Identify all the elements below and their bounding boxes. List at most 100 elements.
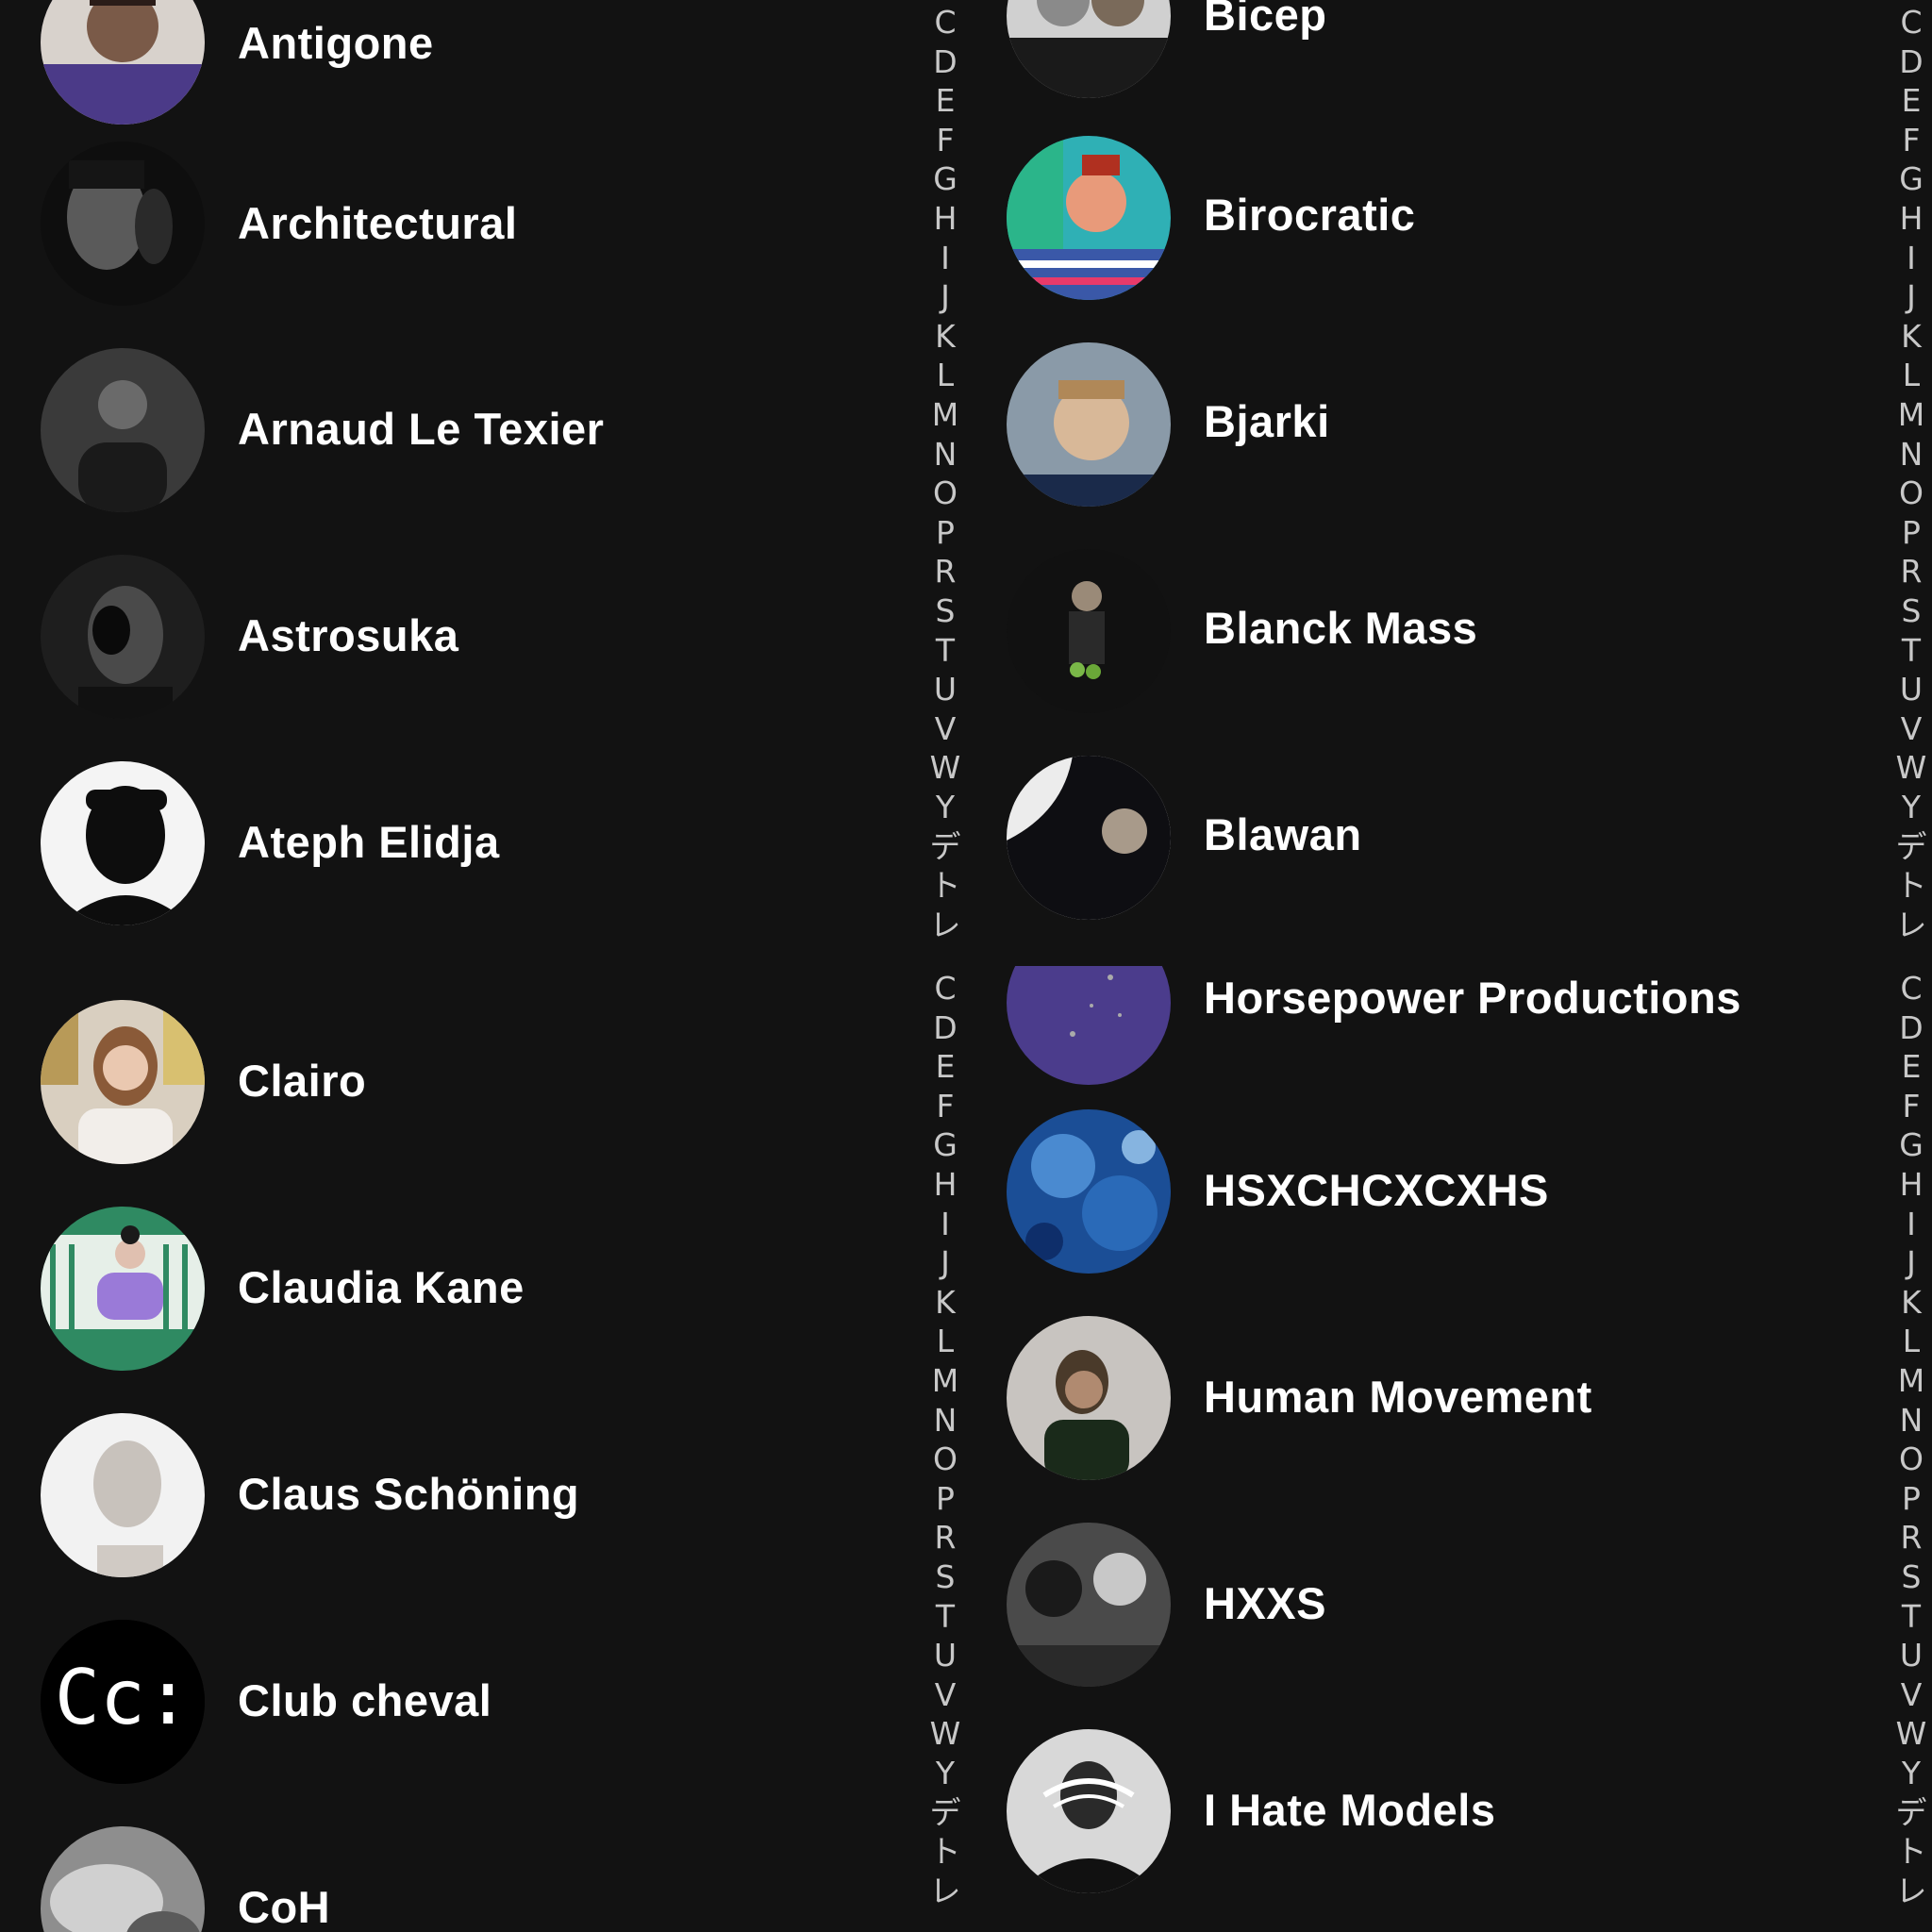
- index-letter[interactable]: U: [924, 671, 966, 708]
- index-letter[interactable]: デ: [1890, 1794, 1932, 1832]
- index-letter[interactable]: J: [1890, 1244, 1932, 1282]
- index-letter[interactable]: L: [1890, 357, 1932, 394]
- index-letter[interactable]: G: [924, 1126, 966, 1164]
- index-letter[interactable]: P: [924, 514, 966, 552]
- index-letter[interactable]: I: [924, 1206, 966, 1243]
- index-letter[interactable]: T: [1890, 632, 1932, 670]
- index-letter[interactable]: C: [924, 970, 966, 1008]
- index-letter[interactable]: R: [924, 1519, 966, 1557]
- index-letter[interactable]: R: [924, 553, 966, 591]
- artist-row-human-movement[interactable]: Human Movement: [966, 1316, 1872, 1482]
- index-letter[interactable]: H: [924, 1166, 966, 1204]
- index-letter[interactable]: N: [924, 436, 966, 474]
- index-letter[interactable]: J: [924, 278, 966, 316]
- index-letter[interactable]: V: [924, 1676, 966, 1714]
- artist-row-arnaud-le-texier[interactable]: Arnaud Le Texier: [0, 348, 906, 514]
- artist-row-claudia-kane[interactable]: Claudia Kane: [0, 1207, 906, 1373]
- index-letter[interactable]: U: [924, 1637, 966, 1674]
- index-letter[interactable]: レ: [1890, 1873, 1932, 1910]
- index-letter[interactable]: デ: [1890, 828, 1932, 866]
- artist-row-bjarki[interactable]: Bjarki: [966, 342, 1872, 508]
- index-letter[interactable]: S: [1890, 1558, 1932, 1596]
- index-letter[interactable]: C: [1890, 970, 1932, 1008]
- index-letter[interactable]: J: [924, 1244, 966, 1282]
- index-letter[interactable]: K: [1890, 1284, 1932, 1322]
- index-letter[interactable]: M: [924, 396, 966, 434]
- index-letter[interactable]: H: [1890, 1166, 1932, 1204]
- index-letter[interactable]: E: [1890, 82, 1932, 120]
- index-letter[interactable]: N: [924, 1402, 966, 1440]
- index-letter[interactable]: V: [1890, 1676, 1932, 1714]
- index-letter[interactable]: O: [1890, 1441, 1932, 1478]
- index-letter[interactable]: E: [924, 1048, 966, 1086]
- index-letter[interactable]: Y: [924, 1755, 966, 1792]
- index-letter[interactable]: H: [1890, 200, 1932, 238]
- index-letter[interactable]: F: [1890, 122, 1932, 159]
- artist-row-hsxchcxcxhs[interactable]: HSXCHCXCXHS: [966, 1109, 1872, 1275]
- index-letter[interactable]: G: [1890, 160, 1932, 198]
- index-letter[interactable]: J: [1890, 278, 1932, 316]
- index-letter[interactable]: W: [924, 749, 966, 787]
- index-letter[interactable]: レ: [924, 907, 966, 944]
- artist-row-claus-schoning[interactable]: Claus Schöning: [0, 1413, 906, 1579]
- artist-row-i-hate-models[interactable]: I Hate Models: [966, 1729, 1872, 1895]
- index-letter[interactable]: Y: [924, 789, 966, 826]
- index-letter[interactable]: D: [924, 43, 966, 81]
- index-letter[interactable]: レ: [1890, 907, 1932, 944]
- index-letter[interactable]: I: [1890, 240, 1932, 277]
- index-letter[interactable]: L: [924, 1323, 966, 1360]
- index-letter[interactable]: ト: [924, 867, 966, 905]
- index-letter[interactable]: P: [1890, 514, 1932, 552]
- index-letter[interactable]: L: [924, 357, 966, 394]
- artist-row-birocratic[interactable]: Birocratic: [966, 136, 1872, 302]
- index-letter[interactable]: デ: [924, 828, 966, 866]
- index-letter[interactable]: P: [1890, 1480, 1932, 1518]
- artist-row-bicep[interactable]: Bicep: [966, 0, 1872, 100]
- index-letter[interactable]: R: [1890, 553, 1932, 591]
- artist-row-blanck-mass[interactable]: Blanck Mass: [966, 549, 1872, 715]
- index-letter[interactable]: T: [924, 632, 966, 670]
- index-letter[interactable]: T: [1890, 1598, 1932, 1636]
- index-letter[interactable]: F: [924, 1088, 966, 1125]
- index-letter[interactable]: F: [1890, 1088, 1932, 1125]
- index-letter[interactable]: ト: [1890, 1833, 1932, 1871]
- index-letter[interactable]: ト: [1890, 867, 1932, 905]
- index-letter[interactable]: G: [1890, 1126, 1932, 1164]
- artist-row-clairo[interactable]: Clairo: [0, 1000, 906, 1166]
- alphabet-index[interactable]: CDEFGHIJKLMNOPRSTUVWYデトレ: [924, 966, 966, 1932]
- index-letter[interactable]: W: [1890, 1715, 1932, 1753]
- index-letter[interactable]: E: [1890, 1048, 1932, 1086]
- artist-row-hxxs[interactable]: HXXS: [966, 1523, 1872, 1689]
- index-letter[interactable]: N: [1890, 436, 1932, 474]
- index-letter[interactable]: S: [924, 1558, 966, 1596]
- alphabet-index[interactable]: CDEFGHIJKLMNOPRSTUVWYデトレ: [1890, 0, 1932, 966]
- alphabet-index[interactable]: CDEFGHIJKLMNOPRSTUVWYデトレ: [1890, 966, 1932, 1932]
- alphabet-index[interactable]: CDEFGHIJKLMNOPRSTUVWYデトレ: [924, 0, 966, 966]
- artist-row-blawan[interactable]: Blawan: [966, 756, 1872, 922]
- index-letter[interactable]: O: [1890, 475, 1932, 512]
- index-letter[interactable]: W: [1890, 749, 1932, 787]
- index-letter[interactable]: R: [1890, 1519, 1932, 1557]
- index-letter[interactable]: O: [924, 1441, 966, 1478]
- index-letter[interactable]: D: [1890, 43, 1932, 81]
- index-letter[interactable]: D: [1890, 1009, 1932, 1047]
- artist-row-club-cheval[interactable]: Cc: Club cheval: [0, 1620, 906, 1786]
- index-letter[interactable]: I: [1890, 1206, 1932, 1243]
- index-letter[interactable]: M: [1890, 1362, 1932, 1400]
- index-letter[interactable]: U: [1890, 671, 1932, 708]
- index-letter[interactable]: V: [924, 710, 966, 748]
- index-letter[interactable]: G: [924, 160, 966, 198]
- artist-row-ateph-elidja[interactable]: Ateph Elidja: [0, 761, 906, 927]
- artist-row-antigone[interactable]: Antigone: [0, 0, 906, 125]
- index-letter[interactable]: ト: [924, 1833, 966, 1871]
- index-letter[interactable]: I: [924, 240, 966, 277]
- index-letter[interactable]: Y: [1890, 1755, 1932, 1792]
- index-letter[interactable]: H: [924, 200, 966, 238]
- index-letter[interactable]: P: [924, 1480, 966, 1518]
- index-letter[interactable]: D: [924, 1009, 966, 1047]
- index-letter[interactable]: M: [1890, 396, 1932, 434]
- index-letter[interactable]: T: [924, 1598, 966, 1636]
- artist-row-coh[interactable]: CoH: [0, 1826, 906, 1932]
- artist-row-astrosuka[interactable]: Astrosuka: [0, 555, 906, 721]
- index-letter[interactable]: デ: [924, 1794, 966, 1832]
